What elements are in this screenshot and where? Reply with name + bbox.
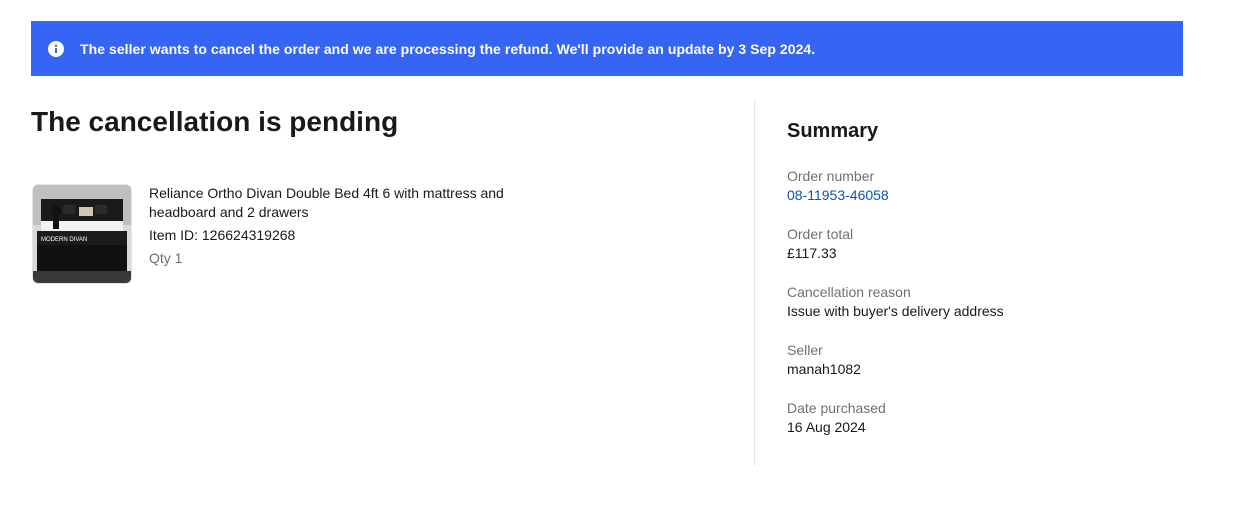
seller-label: Seller	[787, 342, 823, 358]
order-total-field: Order total £117.33	[787, 225, 1207, 263]
date-purchased-label: Date purchased	[787, 400, 886, 416]
item-quantity: Qty 1	[149, 250, 183, 266]
info-icon	[48, 40, 64, 57]
summary-panel: Summary Order number 08-11953-46058 Orde…	[787, 120, 1207, 437]
item-title[interactable]: Reliance Ortho Divan Double Bed 4ft 6 wi…	[149, 184, 529, 222]
seller-value: manah1082	[787, 361, 861, 377]
cancellation-reason-field: Cancellation reason Issue with buyer's d…	[787, 283, 1207, 321]
item-id: Item ID: 126624319268	[149, 227, 296, 243]
date-purchased-field: Date purchased 16 Aug 2024	[787, 399, 1207, 437]
column-divider	[754, 100, 755, 466]
cancellation-reason-label: Cancellation reason	[787, 284, 911, 300]
order-total-label: Order total	[787, 226, 854, 242]
page-title: The cancellation is pending	[31, 106, 399, 137]
cancellation-reason-value: Issue with buyer's delivery address	[787, 303, 1004, 319]
item-thumbnail[interactable]: MODERN DIVAN	[32, 184, 132, 284]
date-purchased-value: 16 Aug 2024	[787, 419, 866, 435]
status-banner: The seller wants to cancel the order and…	[31, 21, 1183, 76]
summary-heading: Summary	[787, 120, 879, 142]
order-number-link[interactable]: 08-11953-46058	[787, 186, 1207, 205]
banner-message: The seller wants to cancel the order and…	[80, 40, 816, 57]
order-number-label: Order number	[787, 168, 875, 184]
order-total-value: £117.33	[787, 245, 837, 261]
order-number-field: Order number 08-11953-46058	[787, 167, 1207, 205]
seller-field: Seller manah1082	[787, 341, 1207, 379]
thumbnail-brand-text: MODERN DIVAN	[41, 237, 87, 243]
